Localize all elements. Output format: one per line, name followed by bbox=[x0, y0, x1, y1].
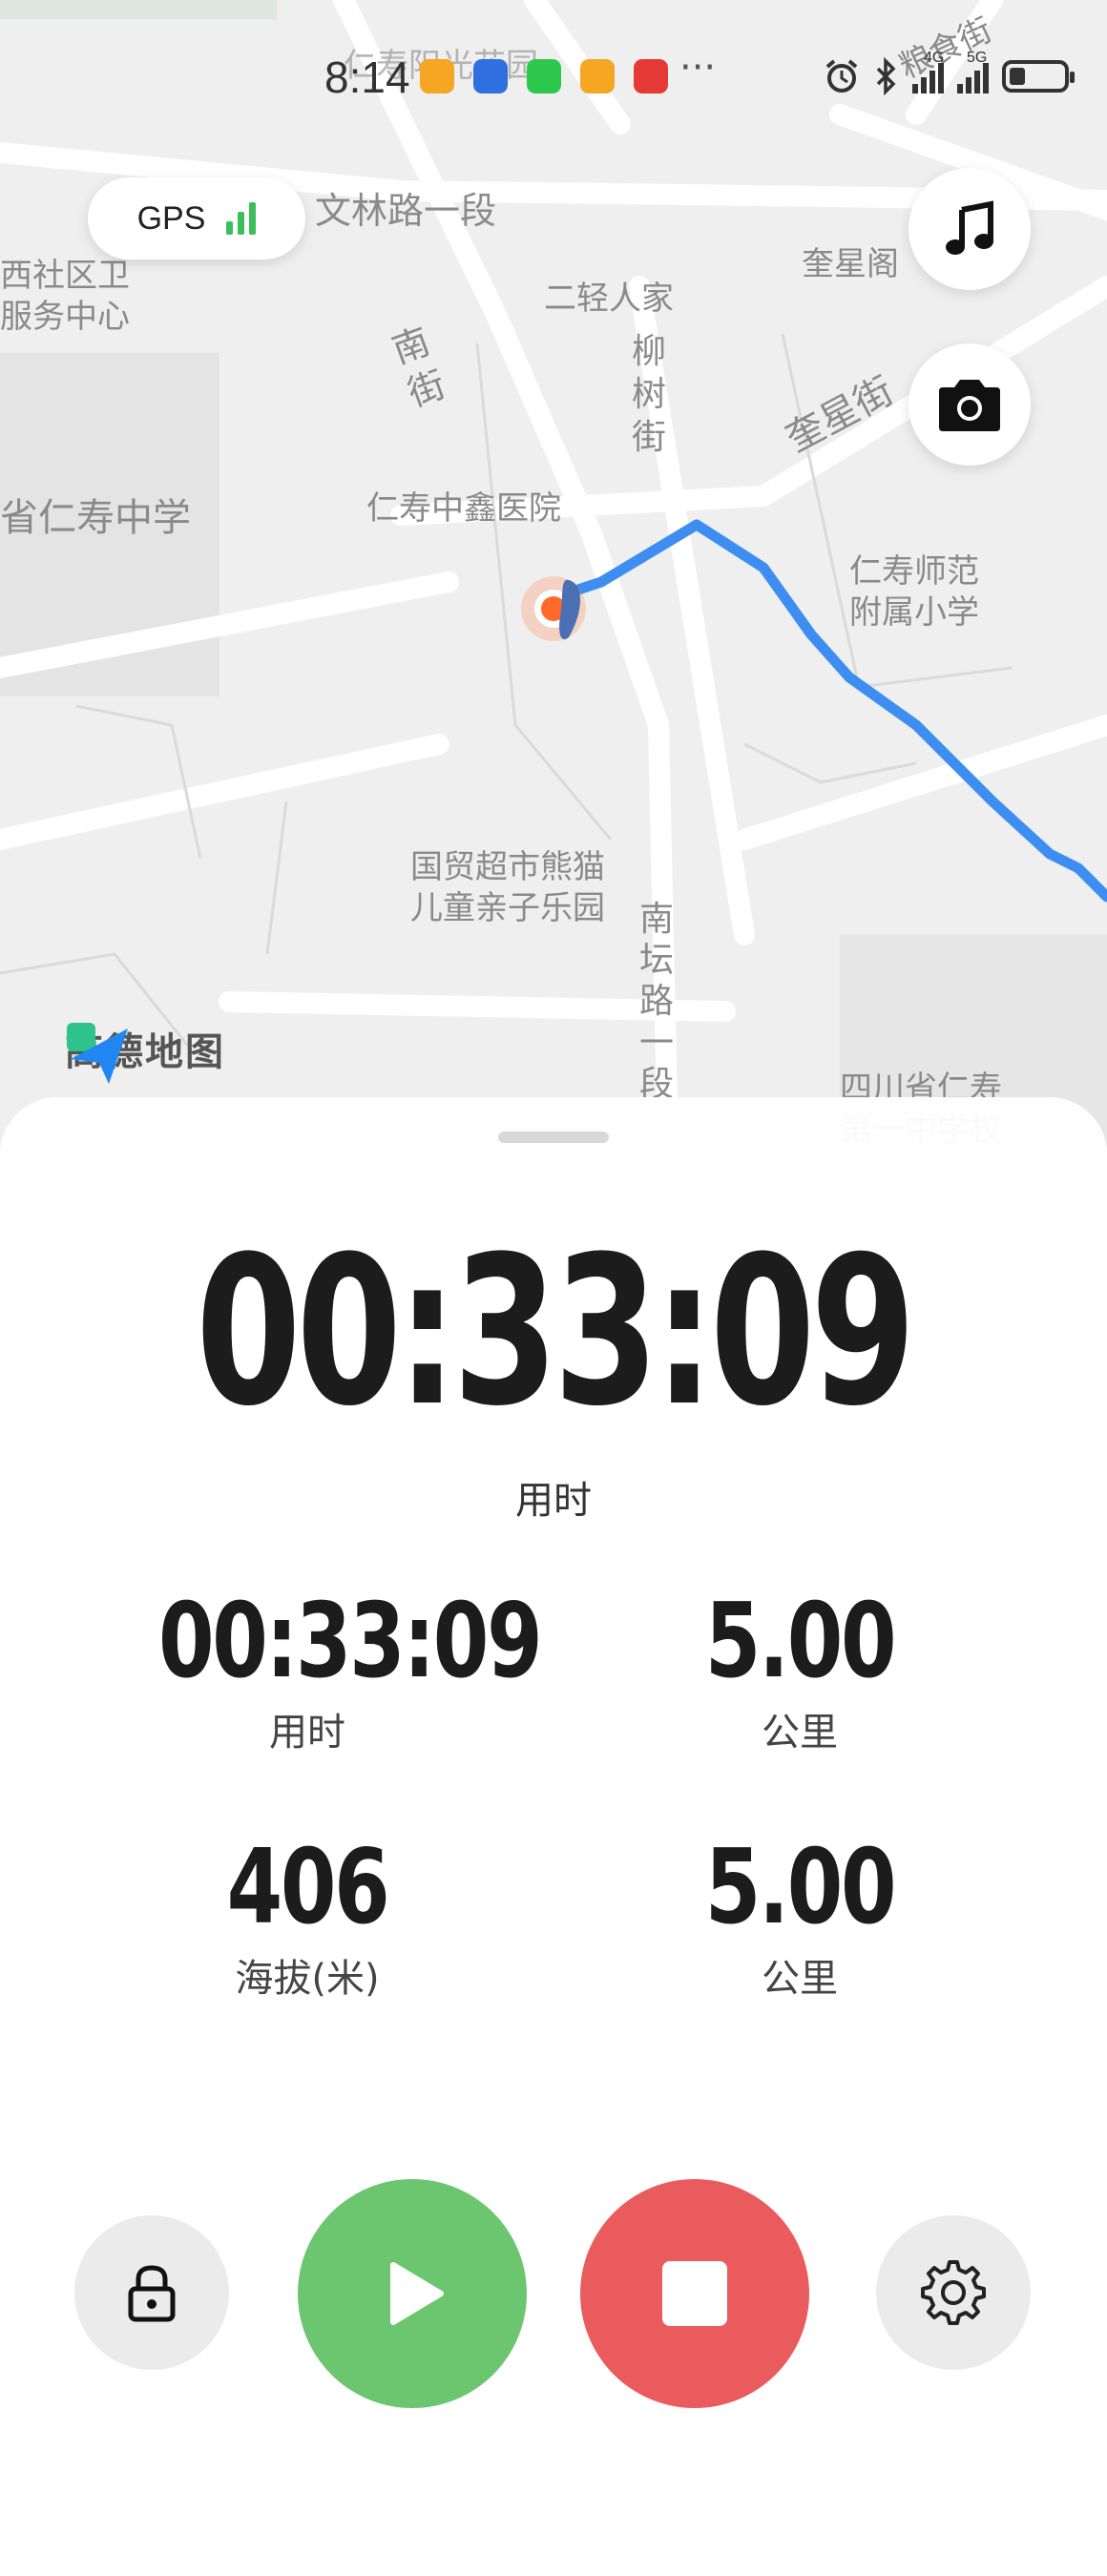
stat-distance: 5.00 公里 bbox=[609, 1582, 991, 1756]
stat-distance-value: 5.00 bbox=[704, 1582, 897, 1701]
status-right: 4G 5G bbox=[823, 50, 1075, 97]
stat-duration-value: 00:33:09 bbox=[158, 1582, 543, 1701]
music-button[interactable] bbox=[909, 168, 1031, 290]
gps-status: GPS bbox=[88, 177, 305, 260]
stat-altitude-value: 406 bbox=[226, 1828, 390, 1947]
map-view[interactable]: 文林路一段 西社区卫 服务中心 奎星阁 二轻人家 南 街 柳 树 街 奎星街 省… bbox=[0, 0, 1107, 1145]
stat-altitude: 406 海拔(米) bbox=[116, 1828, 498, 2003]
map-label-normal-school: 仁寿师范 附属小学 bbox=[849, 552, 979, 632]
bluetooth-icon bbox=[876, 57, 896, 95]
stat-distance-2-value: 5.00 bbox=[704, 1828, 897, 1947]
orange-app-icon bbox=[420, 59, 454, 93]
lock-icon bbox=[128, 2265, 176, 2322]
wechat-icon bbox=[527, 59, 561, 93]
stat-duration: 00:33:09 用时 bbox=[116, 1582, 543, 1756]
more-notifications-icon: ··· bbox=[679, 46, 717, 90]
play-icon bbox=[390, 2262, 444, 2325]
amap-logo: 高德地图 bbox=[65, 1021, 225, 1084]
network-type-2: 5G bbox=[967, 50, 988, 66]
main-timer-label: 用时 bbox=[515, 1479, 592, 1523]
gps-label: GPS bbox=[136, 199, 206, 237]
main-timer: 00:33:09 bbox=[196, 1212, 916, 1451]
red-app-icon bbox=[634, 59, 668, 93]
lock-button[interactable] bbox=[74, 2215, 229, 2370]
gear-icon bbox=[921, 2260, 986, 2325]
map-label-liushu-street: 柳 树 街 bbox=[632, 332, 667, 457]
stat-altitude-label: 海拔(米) bbox=[235, 1956, 380, 2001]
map-label-renshou-middle: 省仁寿中学 bbox=[0, 496, 191, 540]
stat-distance-2-label: 公里 bbox=[762, 1956, 838, 2001]
signal-5g-icon: 5G bbox=[957, 50, 989, 93]
status-time: 8:14 bbox=[324, 52, 410, 102]
settings-button[interactable] bbox=[876, 2215, 1031, 2370]
alarm-icon bbox=[825, 59, 858, 93]
stat-distance-label: 公里 bbox=[762, 1710, 838, 1755]
stat-distance-2: 5.00 公里 bbox=[609, 1828, 991, 2003]
stop-icon bbox=[662, 2261, 727, 2326]
map-label-zhongxin-hospital: 仁寿中鑫医院 bbox=[366, 489, 561, 528]
map-label-community-center: 西社区卫 服务中心 bbox=[0, 257, 130, 336]
map-label-nantan-road: 南 坛 路 一 段 bbox=[639, 900, 675, 1104]
gps-signal-icon bbox=[226, 202, 257, 235]
resume-button[interactable] bbox=[298, 2179, 527, 2408]
map-label-panda-park: 国贸超市熊猫 儿童亲子乐园 bbox=[410, 848, 605, 927]
map-label-kuixing-pavilion: 奎星阁 bbox=[802, 245, 899, 283]
drag-handle[interactable] bbox=[498, 1132, 609, 1143]
orange-app-icon-2 bbox=[580, 59, 615, 93]
blue-app-icon bbox=[473, 59, 508, 93]
stat-duration-label: 用时 bbox=[269, 1710, 345, 1755]
network-type-1: 4G bbox=[924, 50, 945, 66]
stop-button[interactable] bbox=[580, 2179, 809, 2408]
map-label-erqing-home: 二轻人家 bbox=[544, 280, 674, 318]
signal-4g-icon: 4G bbox=[912, 50, 944, 93]
music-note-icon bbox=[946, 200, 993, 255]
map-label-wenlin-road: 文林路一段 bbox=[315, 190, 497, 232]
camera-button[interactable] bbox=[909, 343, 1031, 466]
camera-icon bbox=[939, 380, 1000, 431]
battery-icon bbox=[1002, 60, 1075, 93]
status-bar: 8:14 ··· 4G 5G bbox=[0, 38, 1107, 114]
amap-icon bbox=[67, 1023, 128, 1084]
workout-panel: 00:33:09 用时 00:33:09 用时 5.00 公里 406 海拔(米… bbox=[0, 1097, 1107, 2576]
